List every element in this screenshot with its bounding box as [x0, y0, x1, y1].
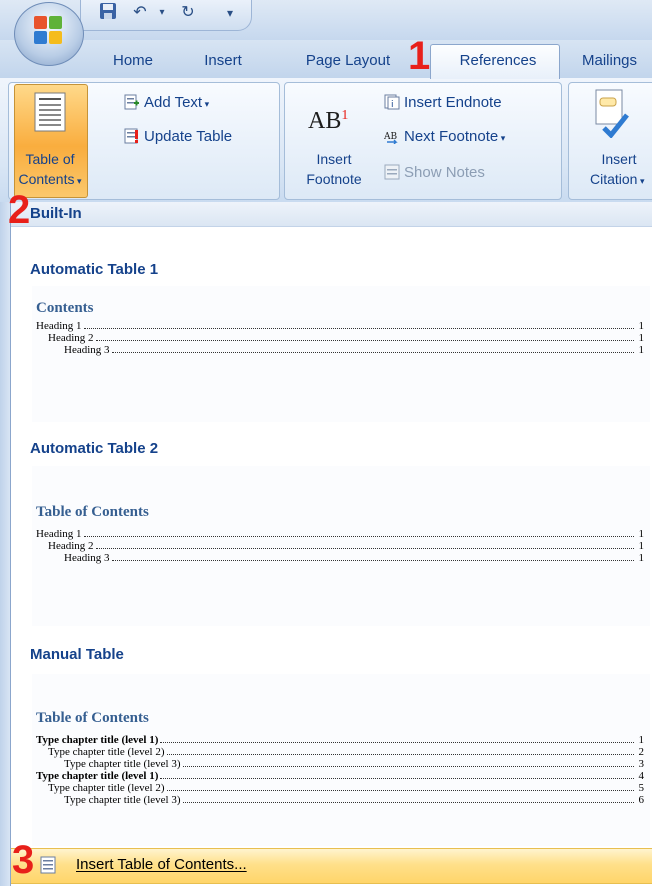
toc-line: Type chapter title (level 1) 1 — [36, 734, 644, 746]
manual-table-preview[interactable]: Table of Contents Type chapter title (le… — [32, 674, 650, 846]
tab-home[interactable]: Home — [104, 48, 162, 74]
show-notes-icon — [384, 164, 400, 180]
toc-line: Heading 11 — [36, 320, 644, 332]
manual-table-title: Manual Table — [30, 646, 124, 663]
quick-access-toolbar: ↶ ▾ ↻ ▾ — [80, 0, 252, 31]
toc-line: Type chapter title (level 2) 2 — [48, 746, 644, 758]
insert-footnote-label-2[interactable]: Footnote — [296, 170, 372, 188]
undo-dropdown-icon[interactable]: ▾ — [151, 2, 173, 24]
toc-line: Type chapter title (level 3) 6 — [64, 794, 644, 806]
preview-heading: Table of Contents — [36, 710, 149, 726]
save-icon[interactable] — [97, 2, 119, 24]
insert-table-of-contents-label: Insert Table of Contents... — [76, 856, 247, 873]
tab-page-layout[interactable]: Page Layout — [292, 48, 404, 74]
tab-mailings[interactable]: Mailings — [582, 48, 652, 74]
insert-footnote-label-1[interactable]: Insert — [296, 150, 372, 168]
automatic-table-2-preview[interactable]: Table of Contents Heading 11 Heading 21 … — [32, 466, 650, 626]
builtin-section-header — [11, 202, 652, 227]
tab-references-label: References — [459, 52, 537, 69]
redo-icon[interactable]: ↻ — [177, 2, 199, 24]
office-logo-icon — [32, 14, 64, 46]
toc-line: Heading 21 — [48, 540, 644, 552]
table-of-contents-icon — [34, 92, 66, 137]
insert-endnote-button[interactable]: i Insert Endnote — [384, 92, 502, 114]
customize-qat-icon[interactable]: ▾ — [219, 2, 241, 24]
update-table-button[interactable]: Update Table — [124, 126, 232, 148]
next-footnote-button[interactable]: AB Next Footnote ▾ — [383, 126, 505, 148]
step-marker-1: 1 — [408, 34, 431, 78]
toc-line: Heading 21 — [48, 332, 644, 344]
automatic-table-1-title: Automatic Table 1 — [30, 261, 159, 278]
builtin-header-label: Built-In — [30, 205, 82, 222]
add-text-button[interactable]: Add Text ▾ — [124, 92, 209, 114]
insert-footnote-icon: AB1 — [308, 108, 349, 134]
step-marker-3: 3 — [12, 838, 35, 882]
toc-line: Type chapter title (level 3) 3 — [64, 758, 644, 770]
toc-button-label-1: Table of — [25, 151, 75, 167]
toc-line: Type chapter title (level 1) 4 — [36, 770, 644, 782]
insert-toc-icon — [40, 856, 56, 879]
document-left-strip — [0, 202, 10, 886]
preview-heading: Table of Contents — [36, 504, 149, 520]
show-notes-button[interactable]: Show Notes — [384, 162, 485, 184]
toc-line: Type chapter title (level 2) 5 — [48, 782, 644, 794]
undo-icon[interactable]: ↶ — [129, 2, 151, 24]
insert-endnote-icon: i — [384, 94, 400, 110]
update-table-icon — [124, 128, 140, 144]
next-footnote-icon: AB — [383, 128, 400, 145]
tab-insert[interactable]: Insert — [192, 48, 254, 74]
preview-heading: Contents — [36, 300, 94, 316]
toc-line: Heading 11 — [36, 528, 644, 540]
insert-citation-icon — [594, 88, 630, 143]
add-text-icon — [124, 94, 140, 110]
insert-citation-label-1[interactable]: Insert — [586, 150, 652, 168]
automatic-table-1-preview[interactable]: Contents Heading 11 Heading 21 Heading 3… — [32, 286, 650, 422]
svg-text:i: i — [391, 100, 394, 110]
insert-citation-label-2[interactable]: Citation ▾ — [586, 170, 652, 190]
toc-line: Heading 31 — [64, 344, 644, 356]
toc-button-label-2: Contents ▾ — [18, 171, 82, 187]
step-marker-2: 2 — [8, 188, 31, 232]
automatic-table-2-title: Automatic Table 2 — [30, 440, 159, 457]
toc-line: Heading 31 — [64, 552, 644, 564]
